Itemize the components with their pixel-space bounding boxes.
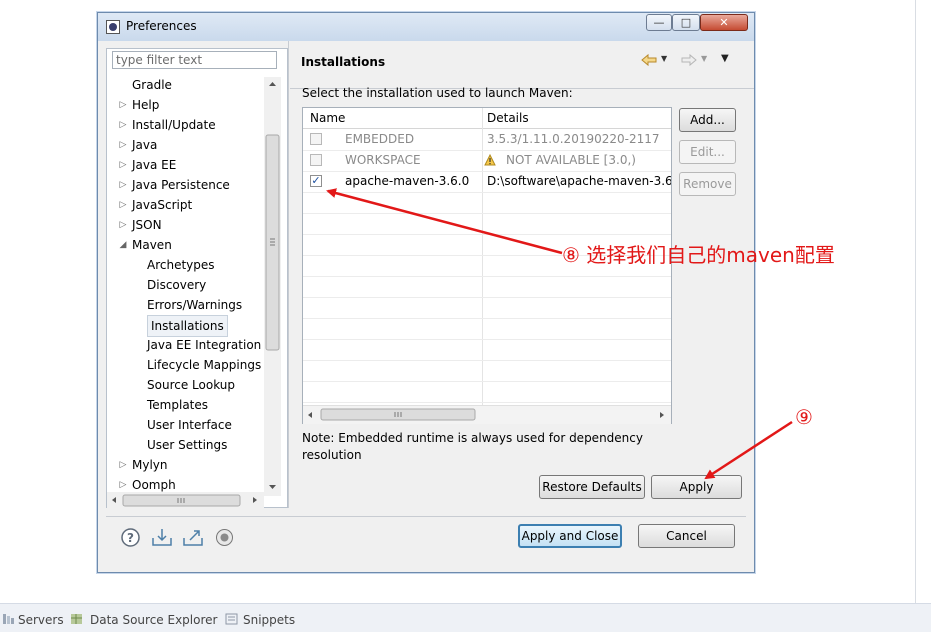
data-source-explorer-icon bbox=[70, 613, 83, 625]
export-icon[interactable] bbox=[182, 528, 203, 547]
tree-item-label: Maven bbox=[132, 238, 172, 252]
footer-separator bbox=[106, 516, 746, 517]
collapsed-arrow-icon[interactable]: ▷ bbox=[118, 195, 128, 215]
tree-item-label: User Settings bbox=[147, 438, 228, 452]
preferences-dialog: Preferences — □ ✕ Gradle ▷ Help ▷ Install/Up… bbox=[97, 12, 755, 573]
table-row bbox=[303, 297, 671, 319]
installation-details: D:\software\apache-maven-3.6. bbox=[487, 174, 671, 188]
embedded-runtime-note: Note: Embedded runtime is always used fo… bbox=[302, 431, 643, 462]
tree-item-label: Errors/Warnings bbox=[147, 298, 243, 312]
tree-item-label: JSON bbox=[132, 218, 162, 232]
collapsed-arrow-icon[interactable]: ▷ bbox=[118, 455, 128, 475]
tree-horizontal-scrollbar[interactable] bbox=[107, 492, 264, 508]
table-row bbox=[303, 276, 671, 298]
table-row bbox=[303, 381, 671, 403]
remove-button[interactable]: Remove bbox=[679, 172, 736, 196]
servers-icon bbox=[2, 613, 15, 625]
installation-checkbox[interactable]: ✓ bbox=[310, 175, 322, 187]
background-editor-edge bbox=[915, 0, 931, 603]
snippets-icon bbox=[225, 613, 238, 625]
tree-item-label: Gradle bbox=[132, 78, 172, 92]
eclipse-icon bbox=[106, 20, 120, 34]
tree-item-label: Java Persistence bbox=[132, 178, 230, 192]
table-row[interactable]: WORKSPACE NOT AVAILABLE [3.0,) bbox=[303, 150, 671, 172]
step-8-annotation: ⑧ 选择我们自己的maven配置 bbox=[562, 243, 835, 267]
expanded-arrow-icon[interactable]: ◢ bbox=[118, 235, 128, 255]
table-row bbox=[303, 213, 671, 235]
table-row[interactable]: ✓ apache-maven-3.6.0 D:\software\apache-ma… bbox=[303, 171, 671, 193]
edit-button[interactable]: Edit... bbox=[679, 140, 736, 164]
dialog-titlebar: Preferences — □ ✕ bbox=[98, 13, 754, 41]
svg-text:?: ? bbox=[127, 531, 134, 545]
tree-item-label: Discovery bbox=[147, 278, 207, 292]
page-title: Installations bbox=[301, 55, 386, 69]
installation-details: NOT AVAILABLE [3.0,) bbox=[506, 153, 636, 167]
table-row bbox=[303, 318, 671, 340]
table-row[interactable]: EMBEDDED 3.5.3/1.11.0.20190220-2117 bbox=[303, 129, 671, 151]
collapsed-arrow-icon[interactable]: ▷ bbox=[118, 155, 128, 175]
forward-menu-icon[interactable]: ▼ bbox=[701, 54, 707, 63]
tree-item-label: Templates bbox=[147, 398, 209, 412]
tree-item-label: Mylyn bbox=[132, 458, 168, 472]
cancel-button[interactable]: Cancel bbox=[638, 524, 735, 548]
preference-tree-panel: Gradle ▷ Help ▷ Install/Update ▷ Java ▷ Java EE ▷… bbox=[106, 48, 288, 508]
tree-item-label: Lifecycle Mappings bbox=[147, 358, 262, 372]
table-horizontal-scrollbar[interactable] bbox=[303, 405, 671, 424]
apply-button[interactable]: Apply bbox=[651, 475, 742, 499]
restore-defaults-button[interactable]: Restore Defaults bbox=[539, 475, 645, 499]
tree-item-label: Source Lookup bbox=[147, 378, 235, 392]
bottom-views-bar: Servers Data Source Explorer Snippets bbox=[0, 603, 931, 632]
column-header-name[interactable]: Name bbox=[310, 108, 480, 129]
tree-item-label: Java bbox=[132, 138, 158, 152]
snippets-tab[interactable]: Snippets bbox=[243, 613, 295, 627]
tree-item-label: Help bbox=[132, 98, 160, 112]
panel-sash[interactable] bbox=[288, 41, 289, 508]
collapsed-arrow-icon[interactable]: ▷ bbox=[118, 175, 128, 195]
table-row bbox=[303, 192, 671, 214]
dialog-title: Preferences bbox=[126, 19, 197, 33]
servers-tab[interactable]: Servers bbox=[18, 613, 64, 627]
forward-arrow-icon[interactable] bbox=[681, 53, 697, 70]
tree-item-label: Install/Update bbox=[132, 118, 216, 132]
data-source-explorer-tab[interactable]: Data Source Explorer bbox=[90, 613, 217, 627]
tree-item-label: Installations bbox=[147, 315, 228, 337]
add-button[interactable]: Add... bbox=[679, 108, 736, 132]
collapsed-arrow-icon[interactable]: ▷ bbox=[118, 95, 128, 115]
installation-name: apache-maven-3.6.0 bbox=[345, 174, 470, 188]
table-row bbox=[303, 360, 671, 382]
filter-input[interactable] bbox=[112, 51, 277, 69]
installation-checkbox[interactable] bbox=[310, 154, 322, 166]
apply-and-close-button[interactable]: Apply and Close bbox=[518, 524, 622, 548]
maximize-button[interactable]: □ bbox=[672, 14, 700, 31]
installation-checkbox[interactable] bbox=[310, 133, 322, 145]
back-arrow-icon[interactable] bbox=[641, 53, 657, 70]
step-9-annotation: ⑨ bbox=[795, 405, 813, 429]
tree-item-label: Archetypes bbox=[147, 258, 215, 272]
collapsed-arrow-icon[interactable]: ▷ bbox=[118, 135, 128, 155]
collapsed-arrow-icon[interactable]: ▷ bbox=[118, 115, 128, 135]
view-menu-icon[interactable]: ▼ bbox=[721, 53, 729, 64]
page-description: Select the installation used to launch M… bbox=[302, 86, 573, 100]
help-icon[interactable]: ? bbox=[121, 528, 140, 547]
record-icon[interactable] bbox=[215, 528, 234, 547]
column-header-details[interactable]: Details bbox=[487, 108, 671, 129]
tree-item-label: Java EE Integration bbox=[147, 338, 262, 352]
warning-icon bbox=[484, 150, 498, 171]
installation-details: 3.5.3/1.11.0.20190220-2117 bbox=[487, 132, 660, 146]
installation-name: EMBEDDED bbox=[345, 132, 415, 146]
close-button[interactable]: ✕ bbox=[700, 14, 748, 31]
tree-item-label: User Interface bbox=[147, 418, 232, 432]
table-row bbox=[303, 339, 671, 361]
tree-item-label: Java EE bbox=[132, 158, 177, 172]
back-menu-icon[interactable]: ▼ bbox=[661, 54, 667, 63]
import-icon[interactable] bbox=[151, 528, 172, 547]
tree-item-label: JavaScript bbox=[132, 198, 193, 212]
collapsed-arrow-icon[interactable]: ▷ bbox=[118, 215, 128, 235]
installation-name: WORKSPACE bbox=[345, 153, 421, 167]
minimize-button[interactable]: — bbox=[646, 14, 672, 31]
page-header: Installations ▼ ▼ ▼ bbox=[290, 41, 754, 89]
tree-vertical-scrollbar[interactable] bbox=[264, 77, 281, 496]
